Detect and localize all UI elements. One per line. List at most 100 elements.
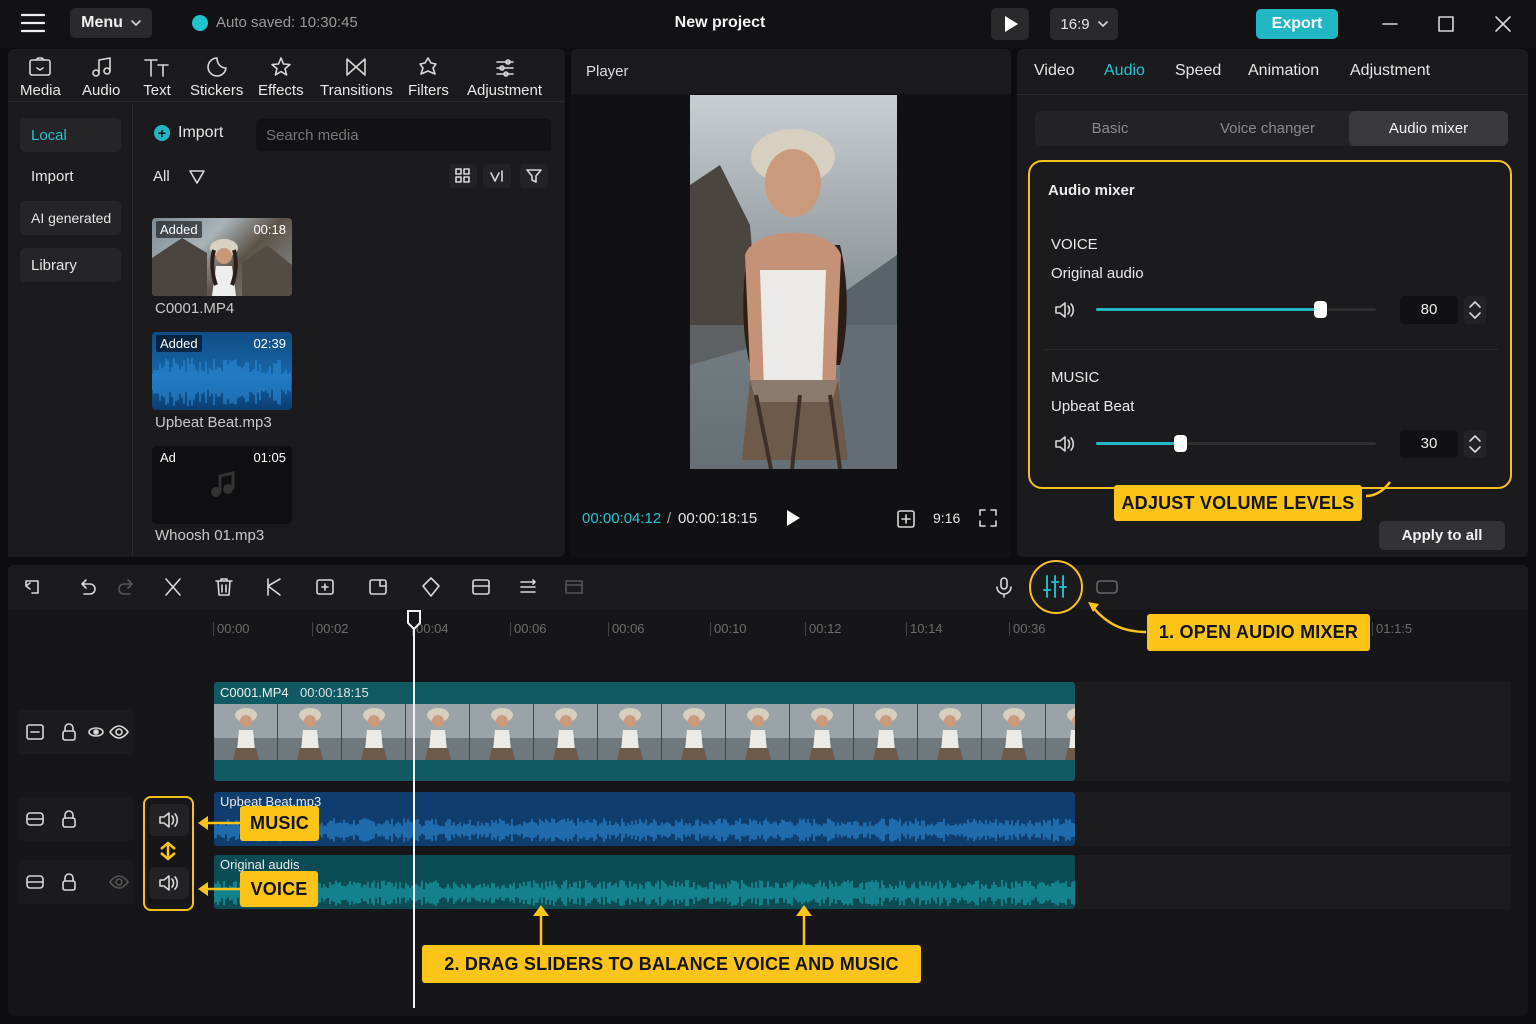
ruler-tick: 00:00 bbox=[213, 622, 250, 636]
filter-dropdown-icon[interactable] bbox=[188, 168, 206, 186]
more-tools-icon[interactable] bbox=[563, 576, 585, 598]
import-label: Import bbox=[178, 124, 224, 141]
media-item-music[interactable]: Added 02:39 bbox=[152, 332, 292, 410]
music-volume-value[interactable]: 30 bbox=[1400, 430, 1458, 458]
music-slider-handle[interactable] bbox=[1174, 435, 1187, 452]
tool-adjustment[interactable]: Adjustment bbox=[467, 56, 542, 99]
mask-icon[interactable] bbox=[420, 576, 442, 598]
added-badge: Ad bbox=[160, 450, 176, 465]
search-input[interactable]: Search media bbox=[256, 119, 551, 151]
voice-clip[interactable]: Original audis bbox=[214, 855, 1075, 909]
audio-toggle-icon[interactable] bbox=[87, 724, 105, 740]
tool-effects[interactable]: Effects bbox=[258, 56, 304, 99]
tool-label: Adjustment bbox=[467, 82, 543, 99]
eye-icon[interactable] bbox=[109, 722, 129, 742]
player-title: Player bbox=[586, 63, 629, 80]
music-track-volume-icon[interactable] bbox=[149, 804, 189, 836]
media-name: Whoosh 01.mp3 bbox=[155, 527, 265, 544]
ruler-tick: 00:12 bbox=[805, 622, 842, 636]
snapshot-icon[interactable] bbox=[896, 509, 916, 529]
tool-stickers[interactable]: Stickers bbox=[190, 56, 243, 99]
close-icon[interactable] bbox=[1493, 14, 1513, 34]
clip-duration: 00:00:18:15 bbox=[300, 685, 369, 700]
music-volume-icon[interactable] bbox=[1054, 434, 1076, 454]
filter-icon[interactable] bbox=[520, 164, 548, 188]
apply-to-all-button[interactable]: Apply to all bbox=[1379, 521, 1505, 550]
delete-icon[interactable] bbox=[213, 576, 235, 598]
track-type-icon[interactable] bbox=[25, 809, 45, 829]
grid-view-icon[interactable] bbox=[449, 164, 477, 188]
tool-text[interactable]: Text bbox=[143, 56, 171, 99]
eye-icon[interactable] bbox=[109, 872, 129, 892]
voice-slider-handle[interactable] bbox=[1314, 301, 1327, 318]
track-empty-area bbox=[1075, 682, 1511, 781]
tool-media[interactable]: Media bbox=[20, 56, 61, 99]
lock-icon[interactable] bbox=[60, 722, 78, 742]
hamburger-icon[interactable] bbox=[20, 12, 46, 34]
import-button[interactable]: + Import bbox=[154, 124, 223, 142]
subnav-local[interactable]: Local bbox=[20, 118, 121, 152]
tool-label: Filters bbox=[408, 82, 449, 99]
split-icon[interactable] bbox=[162, 576, 184, 598]
video-clip[interactable]: C0001.MP4 00:00:18:15 bbox=[214, 682, 1075, 781]
tab-speed[interactable]: Speed bbox=[1175, 62, 1221, 80]
player-ratio[interactable]: 9:16 bbox=[933, 510, 960, 526]
lock-icon[interactable] bbox=[60, 809, 78, 829]
menu-button[interactable]: Menu bbox=[70, 8, 152, 38]
media-duration: 02:39 bbox=[253, 336, 286, 351]
caption-icon[interactable] bbox=[1095, 578, 1119, 596]
cover-icon[interactable] bbox=[25, 722, 45, 742]
crop-icon[interactable] bbox=[314, 576, 336, 598]
voice-track-volume-icon[interactable] bbox=[149, 867, 189, 899]
subnav-ai-generated[interactable]: AI generated bbox=[20, 201, 121, 235]
tool-transitions[interactable]: Transitions bbox=[320, 56, 393, 99]
select-mode-icon[interactable] bbox=[22, 576, 44, 598]
media-item-video[interactable]: Added 00:18 bbox=[152, 218, 292, 296]
lock-icon[interactable] bbox=[60, 872, 78, 892]
audio-mixer-button[interactable] bbox=[1029, 560, 1083, 614]
tab-adjustment[interactable]: Adjustment bbox=[1350, 62, 1430, 80]
sort-icon[interactable] bbox=[483, 164, 511, 188]
aspect-ratio-select[interactable]: 16:9 bbox=[1050, 8, 1118, 40]
music-clip[interactable]: Upbeat Beat.mp3 bbox=[214, 792, 1075, 846]
autosave-icon bbox=[192, 14, 208, 31]
mixer-sliders-icon bbox=[1043, 575, 1067, 598]
tool-filters[interactable]: Filters bbox=[408, 56, 449, 99]
playhead[interactable] bbox=[413, 612, 415, 1008]
aspect-ratio-label: 16:9 bbox=[1060, 15, 1090, 33]
filter-all-label[interactable]: All bbox=[153, 168, 170, 185]
maximize-icon[interactable] bbox=[1436, 14, 1456, 34]
freeze-icon[interactable] bbox=[367, 576, 389, 598]
mirror-icon[interactable] bbox=[517, 576, 539, 598]
music-stepper-icon[interactable] bbox=[1464, 430, 1486, 458]
minimize-icon[interactable] bbox=[1380, 14, 1400, 34]
fullscreen-icon[interactable] bbox=[978, 508, 998, 528]
segment-audio-mixer[interactable]: Audio mixer bbox=[1349, 111, 1508, 146]
voice-stepper-icon[interactable] bbox=[1464, 296, 1486, 324]
tool-label: Transitions bbox=[320, 82, 393, 99]
segment-voice-changer[interactable]: Voice changer bbox=[1190, 111, 1345, 146]
segment-basic[interactable]: Basic bbox=[1035, 111, 1185, 146]
tab-video[interactable]: Video bbox=[1034, 62, 1075, 80]
tab-audio[interactable]: Audio bbox=[1104, 62, 1145, 80]
voice-volume-value[interactable]: 80 bbox=[1400, 296, 1458, 324]
tab-animation[interactable]: Animation bbox=[1248, 62, 1319, 80]
media-item-sfx[interactable]: Ad 01:05 bbox=[152, 446, 292, 524]
undo-icon[interactable] bbox=[76, 576, 98, 598]
player-play-button[interactable] bbox=[783, 508, 803, 528]
preview-play-button[interactable] bbox=[991, 8, 1029, 40]
reverse-icon[interactable] bbox=[470, 576, 492, 598]
playhead-handle[interactable] bbox=[406, 609, 422, 631]
voice-volume-slider[interactable] bbox=[1096, 301, 1376, 318]
export-button[interactable]: Export bbox=[1256, 9, 1338, 39]
microphone-icon[interactable] bbox=[993, 576, 1015, 598]
subnav-import[interactable]: Import bbox=[20, 159, 121, 193]
media-name: Upbeat Beat.mp3 bbox=[155, 414, 272, 431]
track-type-icon[interactable] bbox=[25, 872, 45, 892]
voice-volume-icon[interactable] bbox=[1054, 300, 1076, 320]
tool-audio[interactable]: Audio bbox=[82, 56, 120, 99]
music-volume-slider[interactable] bbox=[1096, 435, 1376, 452]
subnav-library[interactable]: Library bbox=[20, 248, 121, 282]
trim-icon[interactable] bbox=[263, 576, 285, 598]
redo-icon[interactable] bbox=[116, 576, 138, 598]
